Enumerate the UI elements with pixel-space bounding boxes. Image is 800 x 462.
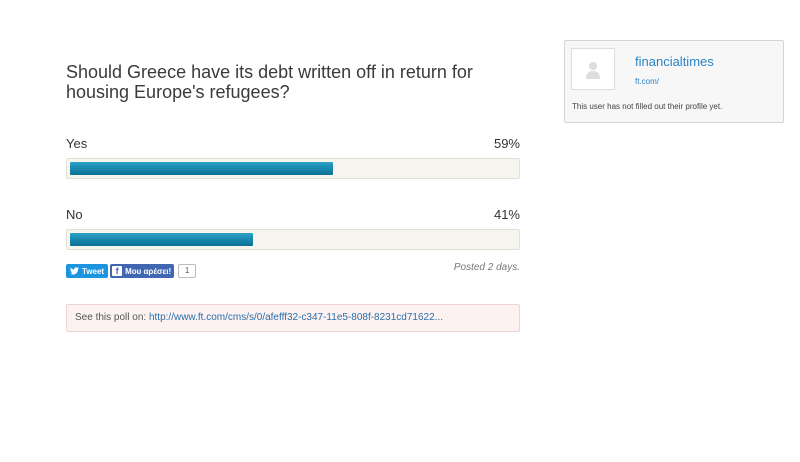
source-link[interactable]: http://www.ft.com/cms/s/0/afefff32-c347-… [149,312,443,323]
result-bar-fill [70,233,253,246]
option-percent: 59% [493,136,520,151]
tweet-label: Tweet [82,266,105,276]
result-bar-track [66,229,520,250]
poll: Should Greece have its debt written off … [66,62,520,332]
source-label: See this poll on: [75,312,147,323]
user-placeholder-icon [586,62,600,79]
facebook-like-button[interactable]: f Μου αρέσει! [110,264,175,278]
website-link[interactable]: ft.com/ [635,77,659,86]
posted-time: Posted 2 days. [453,262,520,273]
username-link[interactable]: financialtimes [635,54,714,69]
share-buttons: Tweet f Μου αρέσει! 1 [66,264,197,278]
twitter-bird-icon [70,267,79,275]
profile-card: financialtimes ft.com/ This user has not… [564,40,784,123]
profile-bio: This user has not filled out their profi… [572,102,723,111]
option-label: No [66,207,83,222]
poll-option-yes[interactable]: Yes 59% [66,136,520,179]
source-box: See this poll on: http://www.ft.com/cms/… [66,304,520,332]
like-count: 1 [178,264,197,278]
poll-question: Should Greece have its debt written off … [66,62,473,102]
poll-option-no[interactable]: No 41% [66,207,520,250]
option-label: Yes [66,136,88,151]
tweet-button[interactable]: Tweet [66,264,109,278]
option-percent: 41% [493,207,520,222]
avatar[interactable] [571,48,615,90]
result-bar-track [66,158,520,179]
facebook-icon: f [112,266,123,276]
result-bar-fill [70,162,333,175]
like-label: Μου αρέσει! [125,266,172,276]
